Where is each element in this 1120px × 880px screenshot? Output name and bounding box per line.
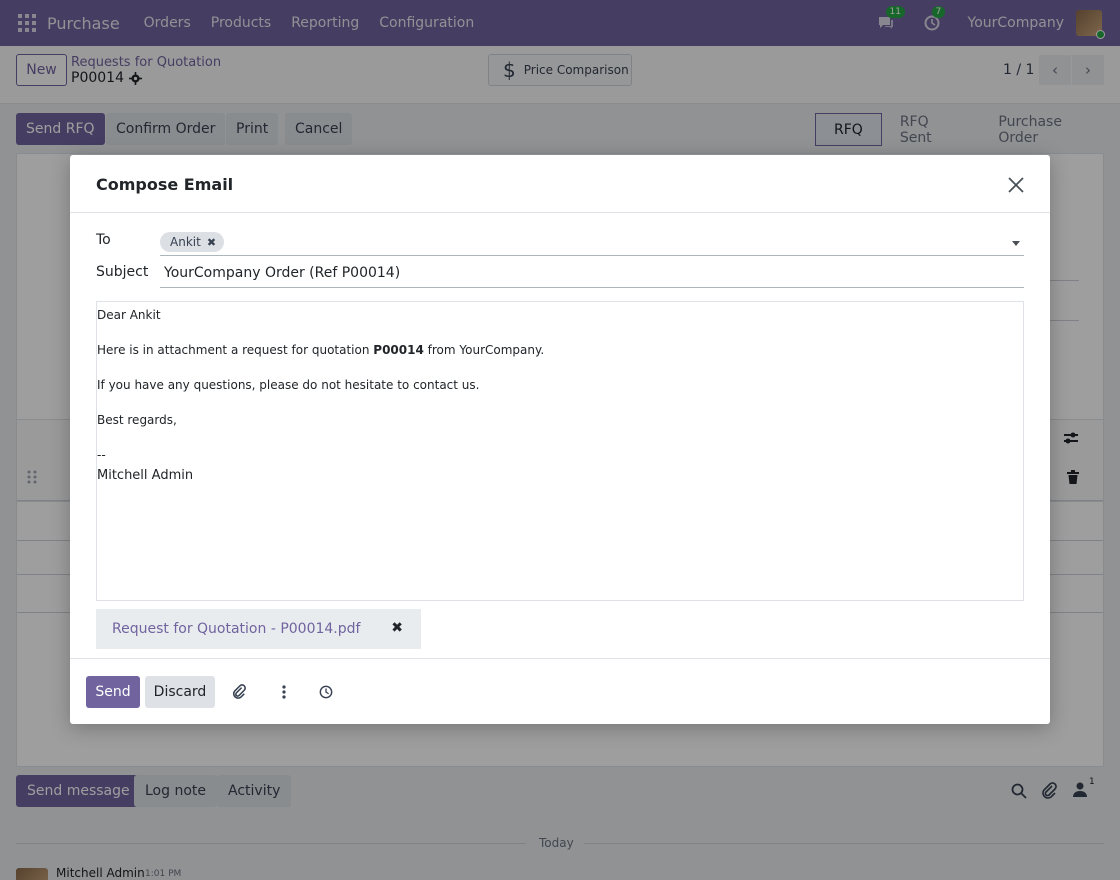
dialog-title: Compose Email xyxy=(96,175,234,194)
compose-email-dialog: Compose Email To Ankit ✖ Subject YourCom… xyxy=(70,155,1050,724)
email-body-editor[interactable]: Dear Ankit Here is in attachment a reque… xyxy=(96,301,1024,601)
dialog-footer: Send Discard xyxy=(70,658,1050,724)
dropdown-caret-icon[interactable] xyxy=(1012,241,1020,246)
attachment-chip[interactable]: Request for Quotation - P00014.pdf ✖ xyxy=(96,609,421,649)
close-icon[interactable] xyxy=(1004,173,1028,197)
body-reference: P00014 xyxy=(373,343,424,357)
recipient-tag: Ankit ✖ xyxy=(160,232,225,252)
signature-separator: -- xyxy=(97,448,106,462)
remove-recipient-icon[interactable]: ✖ xyxy=(207,236,216,249)
discard-button[interactable]: Discard xyxy=(145,676,215,708)
send-button[interactable]: Send xyxy=(86,676,140,708)
subject-label: Subject xyxy=(96,264,149,280)
recipient-name: Ankit xyxy=(170,235,201,249)
remove-attachment-icon[interactable]: ✖ xyxy=(391,620,403,636)
subject-input[interactable]: YourCompany Order (Ref P00014) xyxy=(160,261,1024,288)
to-label: To xyxy=(96,232,111,248)
body-closing: Best regards, xyxy=(97,413,177,427)
attachment-name[interactable]: Request for Quotation - P00014.pdf xyxy=(112,621,360,637)
dialog-header: Compose Email xyxy=(70,155,1050,213)
attach-file-paperclip-icon[interactable] xyxy=(230,683,248,701)
recipients-field[interactable]: Ankit ✖ xyxy=(160,230,1024,256)
body-line-1: Here is in attachment a request for quot… xyxy=(97,343,545,357)
body-line-2: If you have any questions, please do not… xyxy=(97,378,480,392)
more-options-kebab-icon[interactable] xyxy=(275,683,293,701)
body-greeting: Dear Ankit xyxy=(97,308,161,322)
signature-name: Mitchell Admin xyxy=(97,468,194,483)
schedule-clock-icon[interactable] xyxy=(317,683,335,701)
